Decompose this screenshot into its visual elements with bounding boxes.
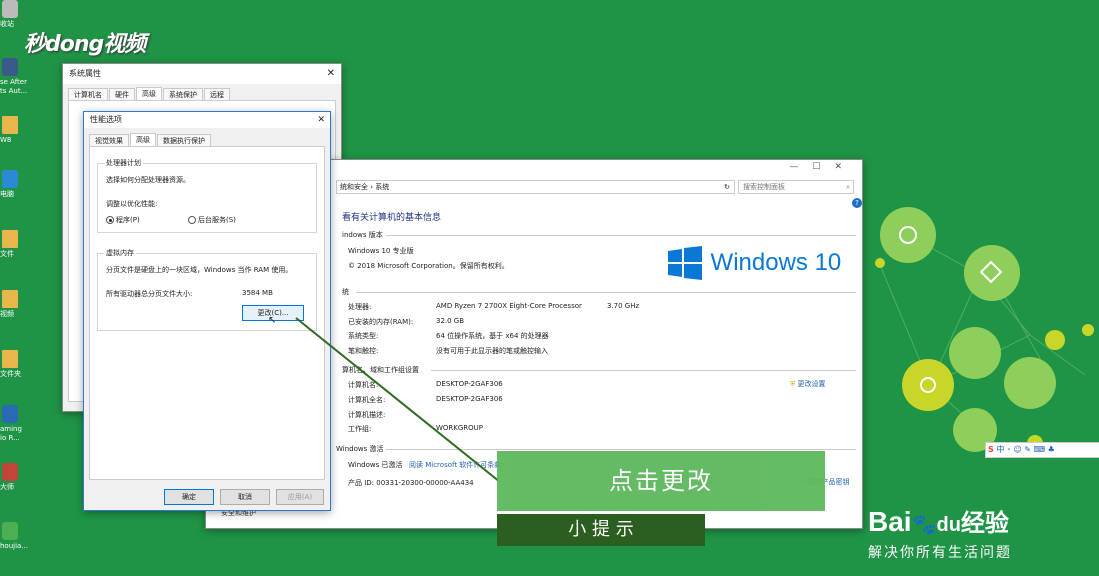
tip-sub-box: 小 提 示 [497,514,705,546]
tip-main-text: 点击更改 [609,467,713,495]
sogou-icon: S [988,445,994,454]
baidu-brand-c: 经验 [960,510,1009,537]
tip-sub-text: 小 提 示 [568,519,634,540]
baidu-brand-a: Bai [868,506,912,537]
ime-tools-icon: ⁃ ☺ ✎ ⌨ ♣ [1006,445,1055,454]
paw-icon: 🐾 [911,514,937,536]
baidu-slogan: 解决你所有生活问题 [868,545,1012,561]
ime-toolbar[interactable]: S 中 ⁃ ☺ ✎ ⌨ ♣ [985,442,1099,458]
baidu-brand-b: du [936,514,961,536]
baidu-jingyan-watermark: Bai🐾du经验 解决你所有生活问题 [868,505,1012,562]
tip-main-box: 点击更改 [497,451,825,511]
ime-mode-label: 中 [996,445,1005,454]
